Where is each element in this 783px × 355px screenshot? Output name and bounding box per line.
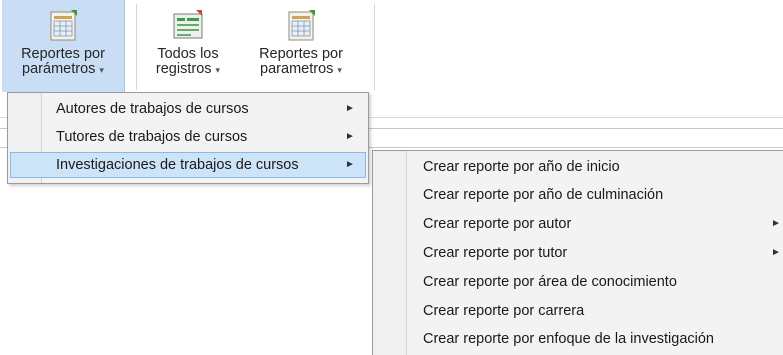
menu-item-label: Crear reporte por autor [423, 216, 572, 232]
dropdown-arrow-icon: ▾ [215, 65, 221, 75]
submenu-item-tutor[interactable]: Crear reporte por tutor ► [375, 240, 782, 266]
menu-item-label: Crear reporte por enfoque de la investig… [423, 331, 714, 347]
menu-item-label: Crear reporte por año de culminación [423, 187, 664, 203]
button-label: Reportes por parámetros ▾ [21, 46, 105, 77]
menu-item-label: Crear reporte por año de inicio [423, 159, 620, 175]
submenu-arrow-icon: ► [771, 247, 781, 258]
menu-item-label: Crear reporte por carrera [423, 303, 585, 319]
reportes-por-parametros-2-button[interactable]: Reportes por parametros ▾ [242, 0, 360, 92]
menu-item-label: Tutores de trabajos de cursos [56, 129, 248, 145]
menu-item-label: Investigaciones de trabajos de cursos [56, 157, 299, 173]
submenu-arrow-icon: ► [345, 103, 355, 114]
report-table-icon [50, 10, 77, 41]
parametros-dropdown-menu: Autores de trabajos de cursos ► Tutores … [7, 92, 369, 184]
button-label: Reportes por parametros ▾ [259, 46, 343, 77]
report-table-icon [288, 10, 315, 41]
submenu-arrow-icon: ► [345, 131, 355, 142]
menu-item-investigaciones[interactable]: Investigaciones de trabajos de cursos ► [10, 152, 366, 178]
submenu-item-autor[interactable]: Crear reporte por autor ► [375, 211, 782, 237]
records-list-icon [173, 10, 203, 39]
submenu-item-anio-culminacion[interactable]: Crear reporte por año de culminación [375, 182, 782, 208]
menu-item-tutores[interactable]: Tutores de trabajos de cursos ► [10, 124, 366, 150]
submenu-item-anio-inicio[interactable]: Crear reporte por año de inicio [375, 154, 782, 180]
investigaciones-submenu: Crear reporte por año de inicio Crear re… [372, 150, 783, 355]
menu-item-label: Crear reporte por tutor [423, 245, 568, 261]
submenu-arrow-icon: ► [771, 218, 781, 229]
menu-item-label: Autores de trabajos de cursos [56, 101, 249, 117]
reportes-por-parametros-button[interactable]: Reportes por parámetros ▾ [2, 0, 125, 92]
todos-los-registros-button[interactable]: Todos los registros ▾ [142, 0, 234, 92]
dropdown-arrow-icon: ▾ [337, 65, 342, 75]
submenu-item-carrera[interactable]: Crear reporte por carrera [375, 298, 782, 324]
button-label: Todos los registros ▾ [155, 46, 221, 77]
submenu-arrow-icon: ► [345, 159, 355, 170]
ribbon-separator [374, 4, 375, 90]
menu-item-label: Crear reporte por área de conocimiento [423, 274, 677, 290]
ribbon: Reportes por parámetros ▾ Todos los regi… [0, 0, 783, 95]
menu-item-autores[interactable]: Autores de trabajos de cursos ► [10, 96, 366, 122]
ribbon-separator [136, 4, 137, 90]
submenu-item-enfoque[interactable]: Crear reporte por enfoque de la investig… [375, 326, 782, 352]
submenu-item-area-conocimiento[interactable]: Crear reporte por área de conocimiento [375, 269, 782, 295]
dropdown-arrow-icon: ▾ [99, 65, 104, 75]
